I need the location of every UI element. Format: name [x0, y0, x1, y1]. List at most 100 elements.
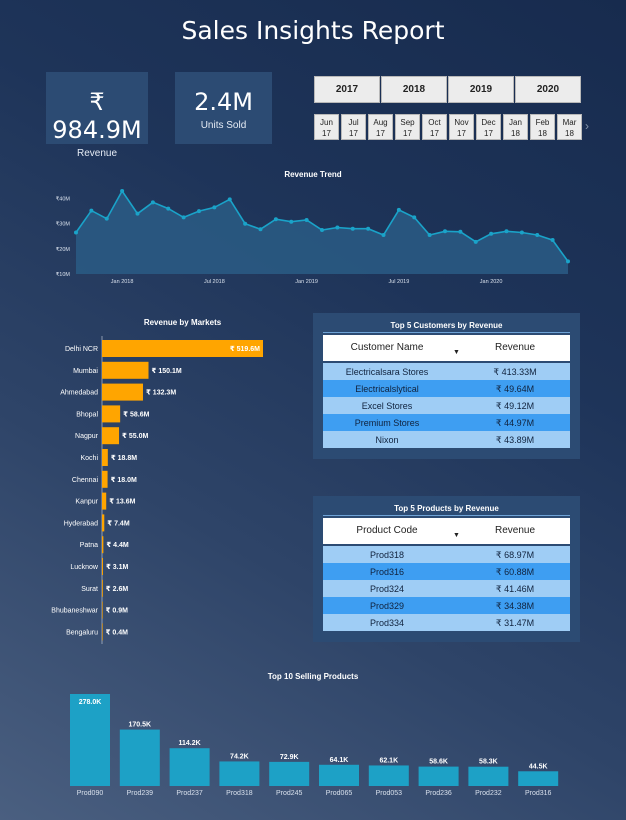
- column-header-revenue[interactable]: Revenue: [465, 342, 565, 353]
- products-table-header: Product Code ▼ Revenue: [323, 518, 570, 544]
- month-filter[interactable]: Oct 17: [422, 114, 447, 140]
- year-filter-2018[interactable]: 2018: [381, 76, 447, 103]
- sort-down-icon[interactable]: ▼: [453, 349, 460, 356]
- year-filter-2020[interactable]: 2020: [515, 76, 581, 103]
- data-point: [212, 205, 217, 210]
- data-point: [550, 238, 555, 243]
- data-label: 74.2K: [230, 753, 249, 760]
- data-point: [273, 217, 278, 222]
- bar: [102, 449, 108, 466]
- month-year: 17: [322, 129, 331, 138]
- table-row[interactable]: Electricalsara Stores ₹ 413.33M: [323, 363, 570, 380]
- category-label: Ahmedabad: [60, 390, 98, 397]
- category-label: Chennai: [72, 477, 99, 484]
- bar: [102, 470, 108, 488]
- data-point: [381, 233, 386, 238]
- data-label: ₹ 7.4M: [107, 519, 130, 527]
- table-row[interactable]: Prod324 ₹ 41.46M: [323, 580, 570, 597]
- y-tick-label: ₹40M: [56, 196, 71, 203]
- data-point: [566, 259, 570, 264]
- table-row[interactable]: Nixon ₹ 43.89M: [323, 431, 570, 448]
- bar: [102, 558, 103, 575]
- customer-name-cell: Electricalsara Stores: [345, 367, 429, 377]
- bar: [119, 729, 160, 786]
- chevron-right-icon[interactable]: ›: [585, 119, 589, 133]
- bar: [169, 748, 210, 786]
- category-label: Delhi NCR: [65, 346, 98, 353]
- data-label: ₹ 150.1M: [152, 367, 182, 375]
- month-filter[interactable]: Nov 17: [449, 114, 474, 140]
- bar: [219, 761, 260, 786]
- table-row[interactable]: Electricalslytical ₹ 49.64M: [323, 380, 570, 397]
- table-row[interactable]: Prod334 ₹ 31.47M: [323, 614, 570, 631]
- data-label: 64.1K: [330, 757, 349, 764]
- data-point: [350, 226, 355, 231]
- data-point: [104, 216, 109, 221]
- month-filter[interactable]: Feb 18: [530, 114, 555, 140]
- data-label: ₹ 132.3M: [146, 389, 176, 397]
- data-point: [443, 229, 447, 234]
- column-header-customer-name[interactable]: Customer Name: [323, 342, 451, 353]
- column-header-product-code[interactable]: Product Code: [323, 525, 451, 536]
- data-point: [473, 239, 478, 244]
- bar: [102, 601, 103, 619]
- table-row[interactable]: Prod318 ₹ 68.97M: [323, 546, 570, 563]
- data-point: [243, 221, 248, 226]
- category-label: Hyderabad: [64, 520, 98, 527]
- table-row[interactable]: Excel Stores ₹ 49.12M: [323, 397, 570, 414]
- month-filter[interactable]: Jul 17: [341, 114, 366, 140]
- month-name: Mar: [562, 118, 577, 127]
- category-label: Prod065: [326, 790, 353, 797]
- data-point: [519, 230, 524, 235]
- bar: [102, 427, 120, 445]
- table-row[interactable]: Prod329 ₹ 34.38M: [323, 597, 570, 614]
- month-name: Jan: [509, 118, 522, 127]
- table-row[interactable]: Prod316 ₹ 60.88M: [323, 563, 570, 580]
- category-label: Surat: [81, 586, 98, 593]
- month-year: 18: [511, 129, 520, 138]
- month-name: Sep: [400, 118, 415, 127]
- month-filter[interactable]: Aug 17: [368, 114, 393, 140]
- bar: [102, 492, 107, 510]
- column-header-revenue[interactable]: Revenue: [465, 525, 565, 536]
- month-year: 17: [457, 129, 466, 138]
- month-name: Feb: [535, 118, 550, 127]
- data-point: [489, 231, 494, 236]
- y-tick-label: ₹30M: [56, 221, 71, 228]
- data-point: [181, 215, 186, 220]
- markets-chart-title: Revenue by Markets: [143, 318, 222, 327]
- table-row[interactable]: Premium Stores ₹ 44.97M: [323, 414, 570, 431]
- data-label: 62.1K: [379, 757, 398, 764]
- data-point: [89, 208, 94, 213]
- category-label: Bhubaneshwar: [51, 608, 98, 615]
- divider: [323, 515, 570, 516]
- revenue-cell: ₹ 49.12M: [495, 401, 535, 411]
- year-filter-2017[interactable]: 2017: [314, 76, 380, 103]
- page-title: Sales Insights Report: [181, 16, 445, 45]
- markets-chart: Delhi NCR ₹ 519.6M Mumbai ₹ 150.1M Ahmedabad…: [51, 336, 263, 644]
- category-label: Kochi: [80, 455, 98, 462]
- product-code-cell: Prod334: [369, 618, 405, 628]
- month-filter[interactable]: Dec 17: [476, 114, 501, 140]
- month-filter[interactable]: Mar 18: [557, 114, 582, 140]
- sort-down-icon[interactable]: ▼: [453, 532, 460, 539]
- month-filter[interactable]: Jan 18: [503, 114, 528, 140]
- month-name: Oct: [428, 118, 441, 127]
- data-point: [320, 228, 324, 232]
- category-label: Prod318: [226, 790, 253, 797]
- category-label: Prod316: [525, 790, 552, 797]
- data-label: 278.0K: [79, 699, 102, 706]
- product-code-cell: Prod318: [369, 550, 405, 560]
- customers-table-header: Customer Name ▼ Revenue: [323, 335, 570, 361]
- month-filter[interactable]: Sep 17: [395, 114, 420, 140]
- data-point: [504, 229, 509, 234]
- data-point: [396, 207, 401, 212]
- data-label: 58.3K: [479, 759, 498, 766]
- category-label: Mumbai: [73, 368, 98, 375]
- x-tick-label: Jul 2018: [204, 279, 225, 285]
- year-filter-2019[interactable]: 2019: [448, 76, 514, 103]
- month-filter[interactable]: Jun 17: [314, 114, 339, 140]
- x-tick-label: Jan 2020: [480, 279, 503, 285]
- data-label: 72.9K: [280, 754, 299, 761]
- product-code-cell: Prod324: [369, 584, 405, 594]
